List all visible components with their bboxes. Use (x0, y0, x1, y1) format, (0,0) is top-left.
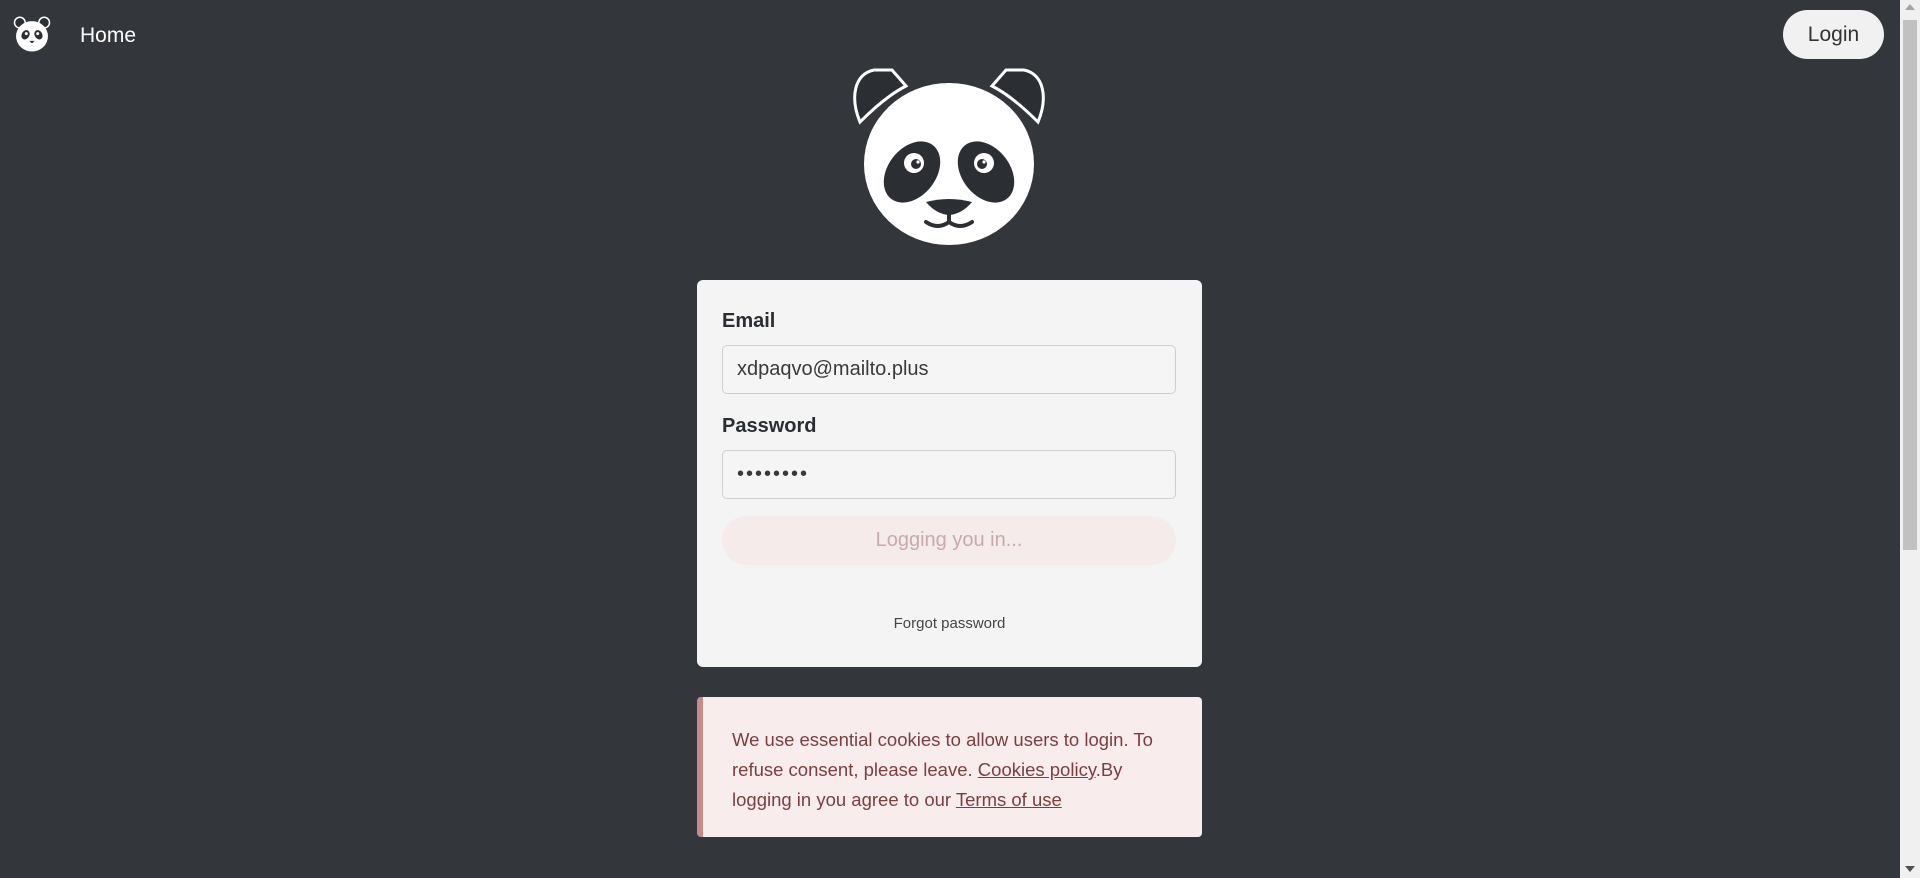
panda-icon (853, 68, 1045, 245)
password-label: Password (722, 415, 817, 437)
login-submit-button[interactable]: Logging you in... (722, 516, 1176, 565)
email-field[interactable] (722, 345, 1176, 394)
terms-of-use-link[interactable]: Terms of use (956, 789, 1062, 810)
panda-icon[interactable] (13, 15, 51, 53)
login-button[interactable]: Login (1783, 10, 1884, 59)
nav-home-link[interactable]: Home (80, 22, 136, 50)
vertical-scrollbar[interactable] (1900, 0, 1920, 878)
login-form-card: Email Password Logging you in... Forgot … (697, 280, 1202, 667)
cookies-policy-link[interactable]: Cookies policy (978, 759, 1096, 780)
forgot-password-link[interactable]: Forgot password (697, 615, 1202, 632)
page: Home Login Email Password Logging you in… (0, 0, 1900, 878)
scroll-up-arrow-icon[interactable] (1905, 4, 1915, 10)
scroll-down-arrow-icon[interactable] (1905, 866, 1915, 872)
email-label: Email (722, 310, 776, 332)
password-field[interactable] (722, 450, 1176, 499)
cookie-notice: We use essential cookies to allow users … (697, 697, 1202, 837)
scrollbar-thumb[interactable] (1903, 20, 1917, 550)
